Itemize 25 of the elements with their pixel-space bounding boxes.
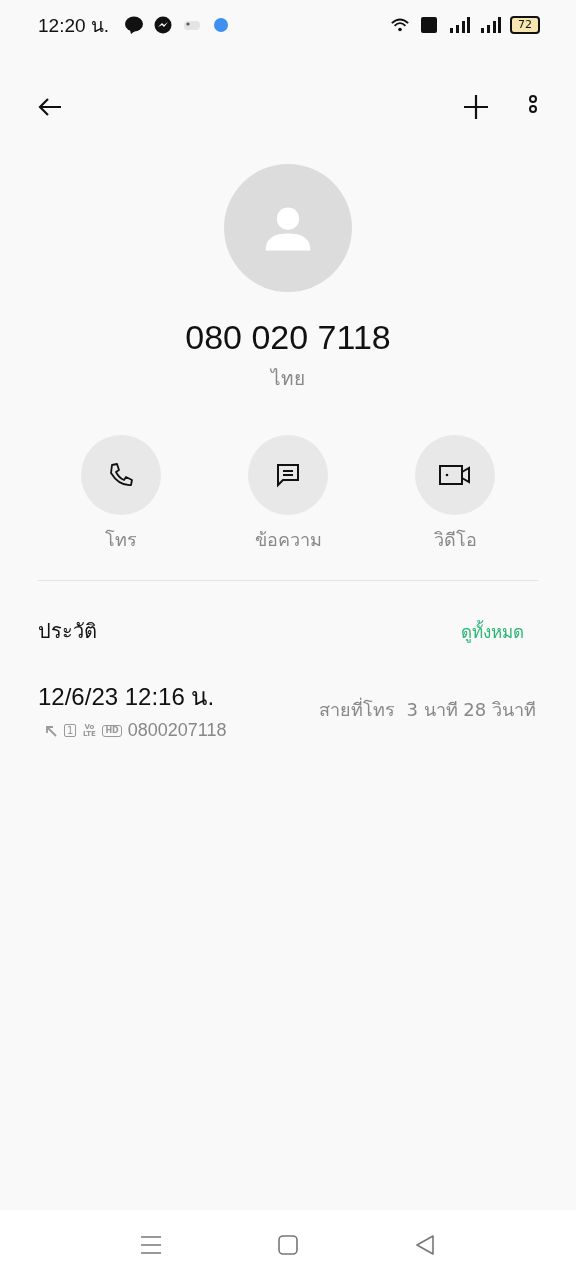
- outgoing-call-icon: [44, 723, 58, 738]
- signal-icon: [448, 16, 470, 34]
- phone-icon: [107, 461, 135, 489]
- see-all-link[interactable]: ดูทั้งหมด: [461, 617, 524, 645]
- add-icon[interactable]: [462, 93, 490, 121]
- messenger-icon: [153, 15, 174, 35]
- hd-badge: HD: [102, 724, 122, 737]
- call-number: 0800207118: [127, 720, 227, 741]
- phone-number: 080 020 7118: [185, 318, 391, 357]
- back-triangle-icon[interactable]: [413, 1233, 437, 1257]
- status-time: 12:20 น.: [38, 14, 110, 38]
- action-label: ข้อความ: [254, 528, 322, 552]
- home-button-icon[interactable]: [276, 1233, 300, 1257]
- signal-icon: [479, 16, 501, 34]
- chat-app-icon: [124, 15, 145, 35]
- call-datetime: 12/6/23 12:16 น.: [38, 682, 216, 712]
- action-label: วิดีโอ: [433, 528, 477, 552]
- message-icon: [274, 461, 302, 489]
- call-detail: สายที่โทร 3 นาที 28 วินาที: [319, 696, 536, 722]
- menu-icon[interactable]: [139, 1233, 163, 1257]
- history-title: ประวัติ: [38, 618, 97, 645]
- location-label: ไทย: [271, 366, 305, 391]
- sim-badge: 1: [64, 724, 77, 737]
- action-label: โทร: [105, 528, 137, 552]
- battery-indicator: 72: [510, 16, 540, 34]
